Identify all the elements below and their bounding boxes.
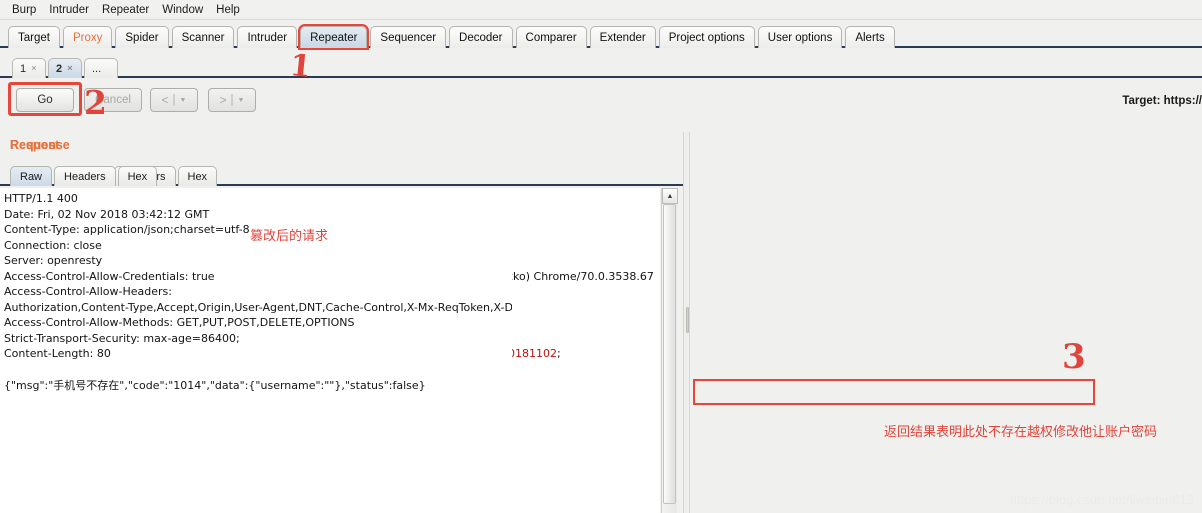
close-icon[interactable]: × — [31, 63, 37, 74]
response-tab-strip: Raw Headers Hex — [10, 164, 159, 186]
tab-project-options[interactable]: Project options — [658, 26, 755, 48]
response-title: Response — [10, 138, 70, 152]
response-line: Access-Control-Allow-Methods: GET,PUT,PO… — [4, 316, 355, 330]
response-line: Content-Length: 80 — [4, 347, 111, 361]
chevron-right-icon: > — [219, 93, 227, 107]
chevron-left-icon: < — [161, 93, 169, 107]
repeater-tab-label: 1 — [20, 62, 27, 75]
response-tab-raw[interactable]: Raw — [10, 166, 53, 186]
tab-target[interactable]: Target — [8, 26, 60, 48]
tab-label: Repeater — [310, 31, 358, 44]
response-line: Authorization,Content-Type,Accept,Origin… — [4, 300, 512, 314]
target-label: Target: https:// — [1122, 95, 1202, 107]
tab-label: Sequencer — [380, 31, 437, 44]
tab-alerts[interactable]: Alerts — [845, 26, 895, 48]
response-line: Server: openresty — [4, 254, 103, 268]
tab-comparer[interactable]: Comparer — [515, 26, 587, 48]
tab-label: Proxy — [72, 31, 103, 44]
repeater-tab-label: 2 — [56, 62, 63, 75]
response-body-highlight — [693, 379, 1095, 405]
tab-label: Scanner — [181, 31, 225, 44]
repeater-tab-2[interactable]: 2 × — [48, 58, 82, 78]
previous-request-button[interactable]: < | ▼ — [150, 88, 198, 112]
request-tab-label: Hex — [187, 170, 208, 183]
response-line: Access-Control-Allow-Headers: — [4, 285, 172, 299]
menu-bar: Burp Intruder Repeater Window Help — [0, 0, 1202, 20]
response-line: Connection: close — [4, 238, 102, 252]
response-line — [4, 362, 508, 378]
response-line: Access-Control-Allow-Credentials: true — [4, 269, 215, 283]
tab-label: Extender — [599, 31, 646, 44]
tab-extender[interactable]: Extender — [589, 26, 656, 48]
repeater-toolbar: Go Cancel < | ▼ > | ▼ Target: https:// — [0, 82, 1202, 128]
response-line: Strict-Transport-Security: max-age=86400… — [4, 331, 240, 345]
tab-spider[interactable]: Spider — [115, 26, 169, 48]
menu-item-repeater[interactable]: Repeater — [96, 2, 156, 18]
menu-item-intruder[interactable]: Intruder — [43, 2, 96, 18]
splitter-grip[interactable] — [686, 307, 689, 333]
chevron-down-icon: ▼ — [237, 96, 245, 104]
watermark: https://blog.csdn.net/liweibin812 — [1009, 492, 1194, 507]
tab-label: Spider — [125, 31, 159, 44]
response-tab-hex[interactable]: Hex — [117, 166, 158, 186]
menu-item-burp[interactable]: Burp — [6, 2, 43, 18]
close-icon[interactable]: × — [67, 63, 73, 74]
tab-scanner[interactable]: Scanner — [171, 26, 235, 48]
tab-label: Target — [18, 31, 50, 44]
response-pane: Response Raw Headers Hex HTTP/1.1 400 Date:… — [0, 132, 512, 513]
request-vertical-scrollbar[interactable]: ▲ — [661, 188, 678, 513]
tab-label: Comparer — [525, 31, 577, 44]
repeater-sub-tab-strip: 1 × 2 ×... — [0, 56, 1202, 78]
pane-splitter[interactable] — [683, 132, 690, 513]
tab-label: Decoder — [459, 31, 503, 44]
annotation-marker-3: 3 — [1062, 337, 1086, 377]
request-tab-hex[interactable]: Hex — [177, 166, 218, 186]
tab-label: Intruder — [247, 31, 288, 44]
response-tab-headers[interactable]: Headers — [54, 166, 116, 186]
response-line: Content-Type: application/json;charset=u… — [4, 223, 250, 237]
tab-label: Alerts — [855, 31, 885, 44]
button-separator: | — [230, 94, 234, 106]
response-tab-label: Raw — [20, 170, 43, 183]
tab-intruder[interactable]: Intruder — [237, 26, 298, 48]
response-tab-label: Headers — [64, 170, 106, 183]
menu-item-help[interactable]: Help — [210, 2, 247, 18]
tab-proxy[interactable]: Proxy — [62, 26, 113, 48]
tab-label: User options — [767, 31, 833, 44]
chevron-down-icon: ▼ — [179, 96, 187, 104]
button-separator: | — [172, 94, 176, 106]
menu-item-window[interactable]: Window — [156, 2, 210, 18]
scrollbar-thumb[interactable] — [663, 204, 676, 504]
go-button-label: Go — [37, 94, 53, 106]
repeater-tab-moremoremore[interactable]: ... — [84, 58, 118, 78]
response-raw-viewer[interactable]: HTTP/1.1 400 Date: Fri, 02 Nov 2018 03:42… — [0, 188, 512, 513]
response-line: {"msg":"手机号不存在","code":"1014","data":{"u… — [4, 378, 426, 392]
tab-sequencer[interactable]: Sequencer — [370, 26, 447, 48]
response-line: HTTP/1.1 400 — [4, 192, 78, 205]
repeater-tab-1[interactable]: 1 × — [12, 58, 46, 78]
tab-decoder[interactable]: Decoder — [449, 26, 513, 48]
cancel-button-label: Cancel — [95, 94, 131, 106]
tab-label: Project options — [668, 31, 745, 44]
main-tab-strip: Target Proxy Spider Scanner Intruder Repeater… — [0, 22, 1202, 50]
next-request-button[interactable]: > | ▼ — [208, 88, 256, 112]
burp-suite-window: Burp Intruder Repeater Window Help Target Pro… — [0, 0, 1202, 513]
response-tab-label: Hex — [127, 170, 148, 183]
repeater-tab-label: ... — [92, 62, 102, 75]
response-line: Date: Fri, 02 Nov 2018 03:42:12 GMT — [4, 207, 210, 221]
tab-user-options[interactable]: User options — [757, 26, 843, 48]
cancel-button[interactable]: Cancel — [84, 88, 142, 112]
annotation-response-note: 返回结果表明此处不存在越权修改他让账户密码 — [884, 425, 1158, 440]
scroll-up-icon[interactable]: ▲ — [662, 188, 678, 204]
go-button[interactable]: Go — [16, 88, 74, 112]
tab-repeater[interactable]: Repeater — [298, 24, 370, 50]
